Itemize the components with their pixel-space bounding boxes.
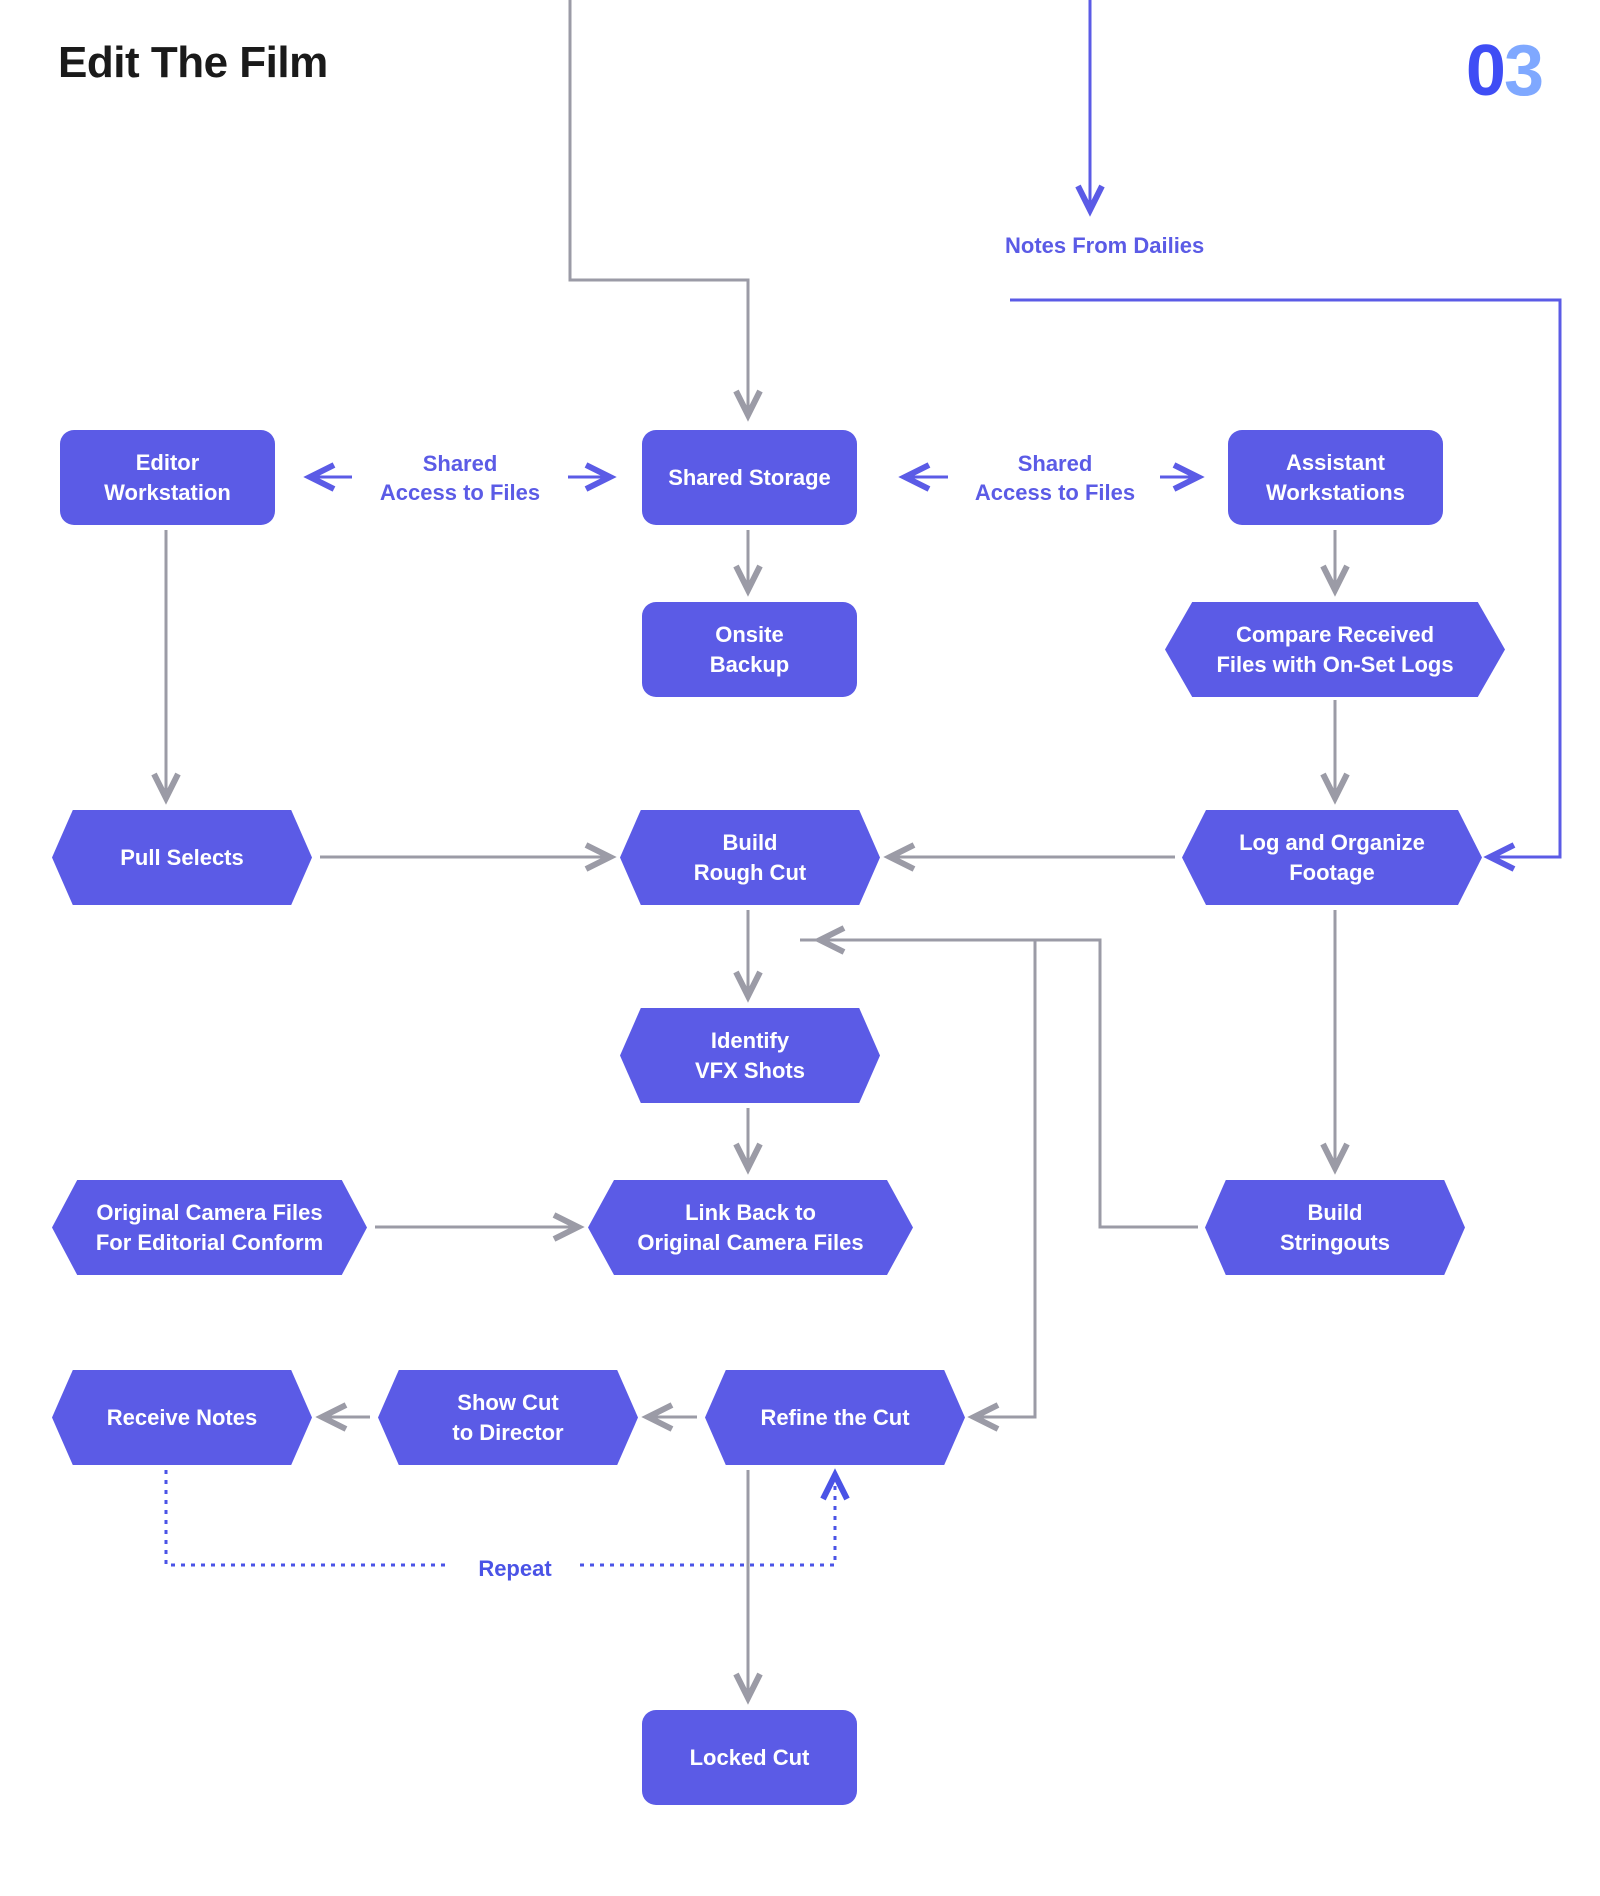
node-shared-storage: Shared Storage [642, 430, 857, 525]
node-onsite-backup: OnsiteBackup [642, 602, 857, 697]
node-log-organize: Log and OrganizeFootage [1182, 810, 1482, 905]
node-refine-cut: Refine the Cut [705, 1370, 965, 1465]
node-locked-cut: Locked Cut [642, 1710, 857, 1805]
node-original-camera-files: Original Camera FilesFor Editorial Confo… [52, 1180, 367, 1275]
stage-number: 03 [1466, 30, 1542, 112]
node-build-rough-cut: BuildRough Cut [620, 810, 880, 905]
connectors [0, 0, 1600, 1896]
node-compare-received: Compare ReceivedFiles with On-Set Logs [1165, 602, 1505, 697]
label-shared-right: SharedAccess to Files [965, 450, 1145, 507]
node-pull-selects: Pull Selects [52, 810, 312, 905]
page-title: Edit The Film [58, 38, 328, 88]
label-shared-left: SharedAccess to Files [370, 450, 550, 507]
label-notes-from-dailies: Notes From Dailies [1005, 232, 1235, 261]
stage-digit-1: 0 [1466, 31, 1504, 111]
diagram-canvas: Edit The Film 03 EditorWorkstation Share… [0, 0, 1600, 1896]
node-show-cut: Show Cutto Director [378, 1370, 638, 1465]
node-assistant-workstations: AssistantWorkstations [1228, 430, 1443, 525]
stage-digit-2: 3 [1504, 31, 1542, 111]
node-build-stringouts: BuildStringouts [1205, 1180, 1465, 1275]
node-editor-workstation: EditorWorkstation [60, 430, 275, 525]
node-receive-notes: Receive Notes [52, 1370, 312, 1465]
node-link-back: Link Back toOriginal Camera Files [588, 1180, 913, 1275]
node-identify-vfx: IdentifyVFX Shots [620, 1008, 880, 1103]
label-repeat: Repeat [465, 1555, 565, 1584]
